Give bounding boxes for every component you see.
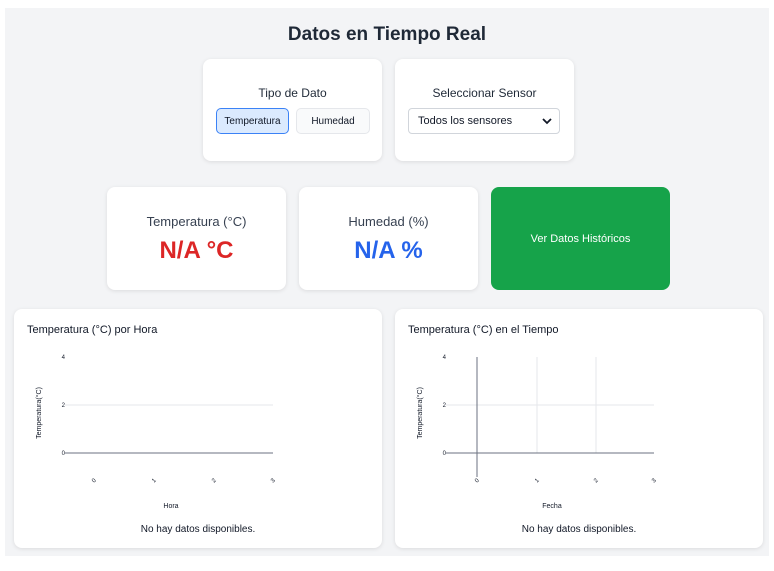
x-tick-label: 1: [534, 477, 541, 484]
x-tick-label: 3: [270, 477, 277, 484]
page-title: Datos en Tiempo Real: [287, 24, 487, 45]
humidity-stat-label: Humedad (%): [348, 214, 429, 229]
y-tick-label: 4: [443, 355, 447, 361]
x-tick-label: 3: [651, 477, 658, 484]
y-tick-label: 2: [443, 403, 447, 409]
humidity-stat-value: N/A %: [354, 237, 423, 264]
y-axis-label: Temperatura(°C): [416, 387, 424, 439]
x-tick-label: 0: [474, 477, 481, 484]
chevron-down-icon: [541, 116, 553, 129]
x-tick-label: 2: [593, 477, 600, 484]
chart-card-hourly: Temperatura (°C) por Hora 4 2 0 0 1 2 3 …: [14, 309, 382, 548]
x-tick-label: 2: [211, 477, 218, 484]
sensor-select-value: Todos los sensores: [418, 115, 513, 127]
temperature-stat-label: Temperatura (°C): [146, 214, 247, 229]
view-historical-data-button[interactable]: Ver Datos Históricos: [491, 187, 670, 290]
toggle-humedad[interactable]: Humedad: [296, 108, 370, 134]
chart-title-hourly: Temperatura (°C) por Hora: [27, 324, 158, 336]
chart-card-timeline: Temperatura (°C) en el Tiempo 4 2 0 0 1 …: [395, 309, 763, 548]
chart-timeline: 4 2 0 0 1 2 3 Temperatura(°C) Fecha: [416, 355, 658, 510]
sensor-select[interactable]: Todos los sensores: [408, 108, 560, 134]
x-axis-label: Hora: [163, 503, 178, 510]
no-data-message: No hay datos disponibles.: [521, 524, 637, 535]
sensor-card: Seleccionar Sensor Todos los sensores: [395, 59, 574, 161]
x-tick-label: 1: [151, 477, 158, 484]
humidity-stat-card: Humedad (%) N/A %: [299, 187, 478, 290]
x-tick-label: 0: [91, 477, 98, 484]
temperature-stat-card: Temperatura (°C) N/A °C: [107, 187, 286, 290]
y-axis-label: Temperatura(°C): [35, 387, 43, 439]
y-tick-label: 0: [62, 451, 66, 457]
y-tick-label: 2: [62, 403, 66, 409]
data-type-card: Tipo de Dato Temperatura Humedad: [203, 59, 382, 161]
chart-hourly: 4 2 0 0 1 2 3 Temperatura(°C) Hora: [35, 355, 277, 510]
toggle-temperatura[interactable]: Temperatura: [216, 108, 289, 134]
y-tick-label: 0: [443, 451, 447, 457]
sensor-label: Seleccionar Sensor: [432, 86, 537, 100]
y-tick-label: 4: [62, 355, 66, 361]
chart-title-timeline: Temperatura (°C) en el Tiempo: [408, 324, 559, 336]
data-type-label: Tipo de Dato: [258, 86, 327, 100]
no-data-message: No hay datos disponibles.: [140, 524, 256, 535]
temperature-stat-value: N/A °C: [159, 237, 234, 264]
x-axis-label: Fecha: [542, 503, 562, 510]
